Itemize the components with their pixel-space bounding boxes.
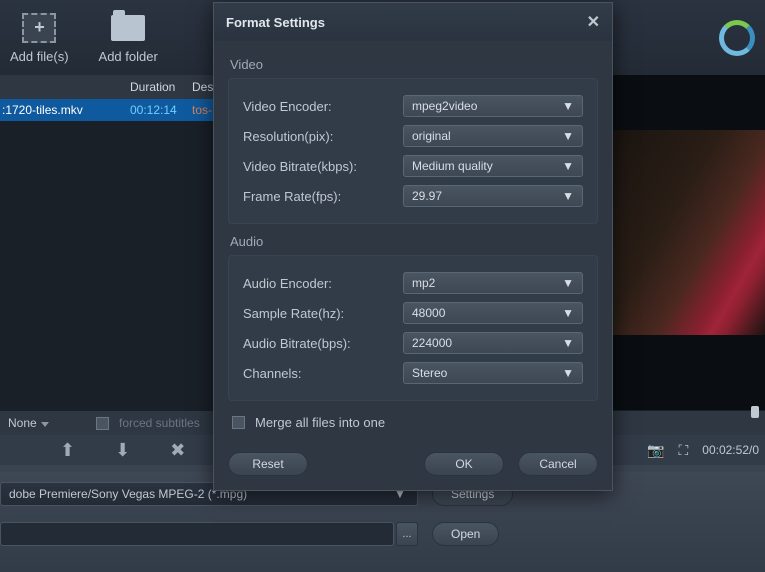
preview-controls: 📷 ⛶ 00:02:52/0 <box>610 435 765 465</box>
chevron-down-icon: ▼ <box>562 189 574 203</box>
subtitle-select[interactable]: None <box>8 416 86 430</box>
sample-rate-select[interactable]: 48000▼ <box>403 302 583 324</box>
app-logo-icon <box>719 20 755 56</box>
chevron-down-icon: ▼ <box>562 336 574 350</box>
frame-rate-select[interactable]: 29.97▼ <box>403 185 583 207</box>
video-preview <box>610 75 765 410</box>
frame-rate-label: Frame Rate(fps): <box>243 189 403 204</box>
audio-encoder-label: Audio Encoder: <box>243 276 403 291</box>
move-down-icon[interactable]: ⬇ <box>115 440 130 461</box>
delete-icon[interactable]: ✖ <box>170 440 185 461</box>
add-files-button[interactable]: Add file(s) <box>10 12 69 64</box>
merge-label: Merge all files into one <box>255 415 385 430</box>
preview-timestamp: 00:02:52/0 <box>702 443 759 457</box>
video-bitrate-select[interactable]: Medium quality▼ <box>403 155 583 177</box>
duration-header: Duration <box>130 80 192 94</box>
dialog-title: Format Settings <box>226 15 325 30</box>
forced-subtitles-checkbox[interactable] <box>96 417 109 430</box>
chevron-down-icon: ▼ <box>562 129 574 143</box>
folder-icon <box>109 12 147 44</box>
audio-bitrate-label: Audio Bitrate(bps): <box>243 336 403 351</box>
video-section-label: Video <box>230 57 598 72</box>
browse-button[interactable]: ... <box>396 522 418 546</box>
chevron-down-icon: ▼ <box>562 276 574 290</box>
audio-encoder-select[interactable]: mp2▼ <box>403 272 583 294</box>
chevron-down-icon: ▼ <box>562 159 574 173</box>
channels-label: Channels: <box>243 366 403 381</box>
video-section: Video Encoder: mpeg2video▼ Resolution(pi… <box>228 78 598 224</box>
reset-button[interactable]: Reset <box>228 452 308 476</box>
move-up-icon[interactable]: ⬆ <box>60 440 75 461</box>
profile-value: dobe Premiere/Sony Vegas MPEG-2 (*.mpg) <box>9 487 247 501</box>
close-icon[interactable]: ✕ <box>587 12 600 32</box>
forced-subtitles-label: forced subtitles <box>119 416 200 430</box>
file-name-cell: :1720-tiles.mkv <box>2 103 130 117</box>
snapshot-icon[interactable]: 📷 <box>647 442 664 459</box>
preview-frame <box>610 130 765 335</box>
chevron-down-icon: ▼ <box>562 306 574 320</box>
add-folder-button[interactable]: Add folder <box>99 12 158 64</box>
add-file-icon <box>20 12 58 44</box>
chevron-down-icon: ▼ <box>562 99 574 113</box>
chevron-down-icon <box>41 422 49 427</box>
dialog-titlebar[interactable]: Format Settings ✕ <box>214 3 612 41</box>
format-settings-dialog: Format Settings ✕ Video Video Encoder: m… <box>213 2 613 491</box>
audio-bitrate-select[interactable]: 224000▼ <box>403 332 583 354</box>
channels-select[interactable]: Stereo▼ <box>403 362 583 384</box>
video-encoder-select[interactable]: mpeg2video▼ <box>403 95 583 117</box>
resolution-label: Resolution(pix): <box>243 129 403 144</box>
audio-section-label: Audio <box>230 234 598 249</box>
output-path-input[interactable] <box>0 522 394 546</box>
add-folder-label: Add folder <box>99 49 158 64</box>
add-files-label: Add file(s) <box>10 49 69 64</box>
video-encoder-label: Video Encoder: <box>243 99 403 114</box>
duration-cell: 00:12:14 <box>130 103 192 117</box>
cancel-button[interactable]: Cancel <box>518 452 598 476</box>
video-bitrate-label: Video Bitrate(kbps): <box>243 159 403 174</box>
chevron-down-icon: ▼ <box>562 366 574 380</box>
preview-seek-handle[interactable] <box>751 405 759 419</box>
fullscreen-icon[interactable]: ⛶ <box>678 442 688 459</box>
ok-button[interactable]: OK <box>424 452 504 476</box>
sample-rate-label: Sample Rate(hz): <box>243 306 403 321</box>
open-button[interactable]: Open <box>432 522 499 546</box>
resolution-select[interactable]: original▼ <box>403 125 583 147</box>
dest-cell: tos- <box>192 103 212 117</box>
audio-section: Audio Encoder: mp2▼ Sample Rate(hz): 480… <box>228 255 598 401</box>
merge-checkbox[interactable] <box>232 416 245 429</box>
